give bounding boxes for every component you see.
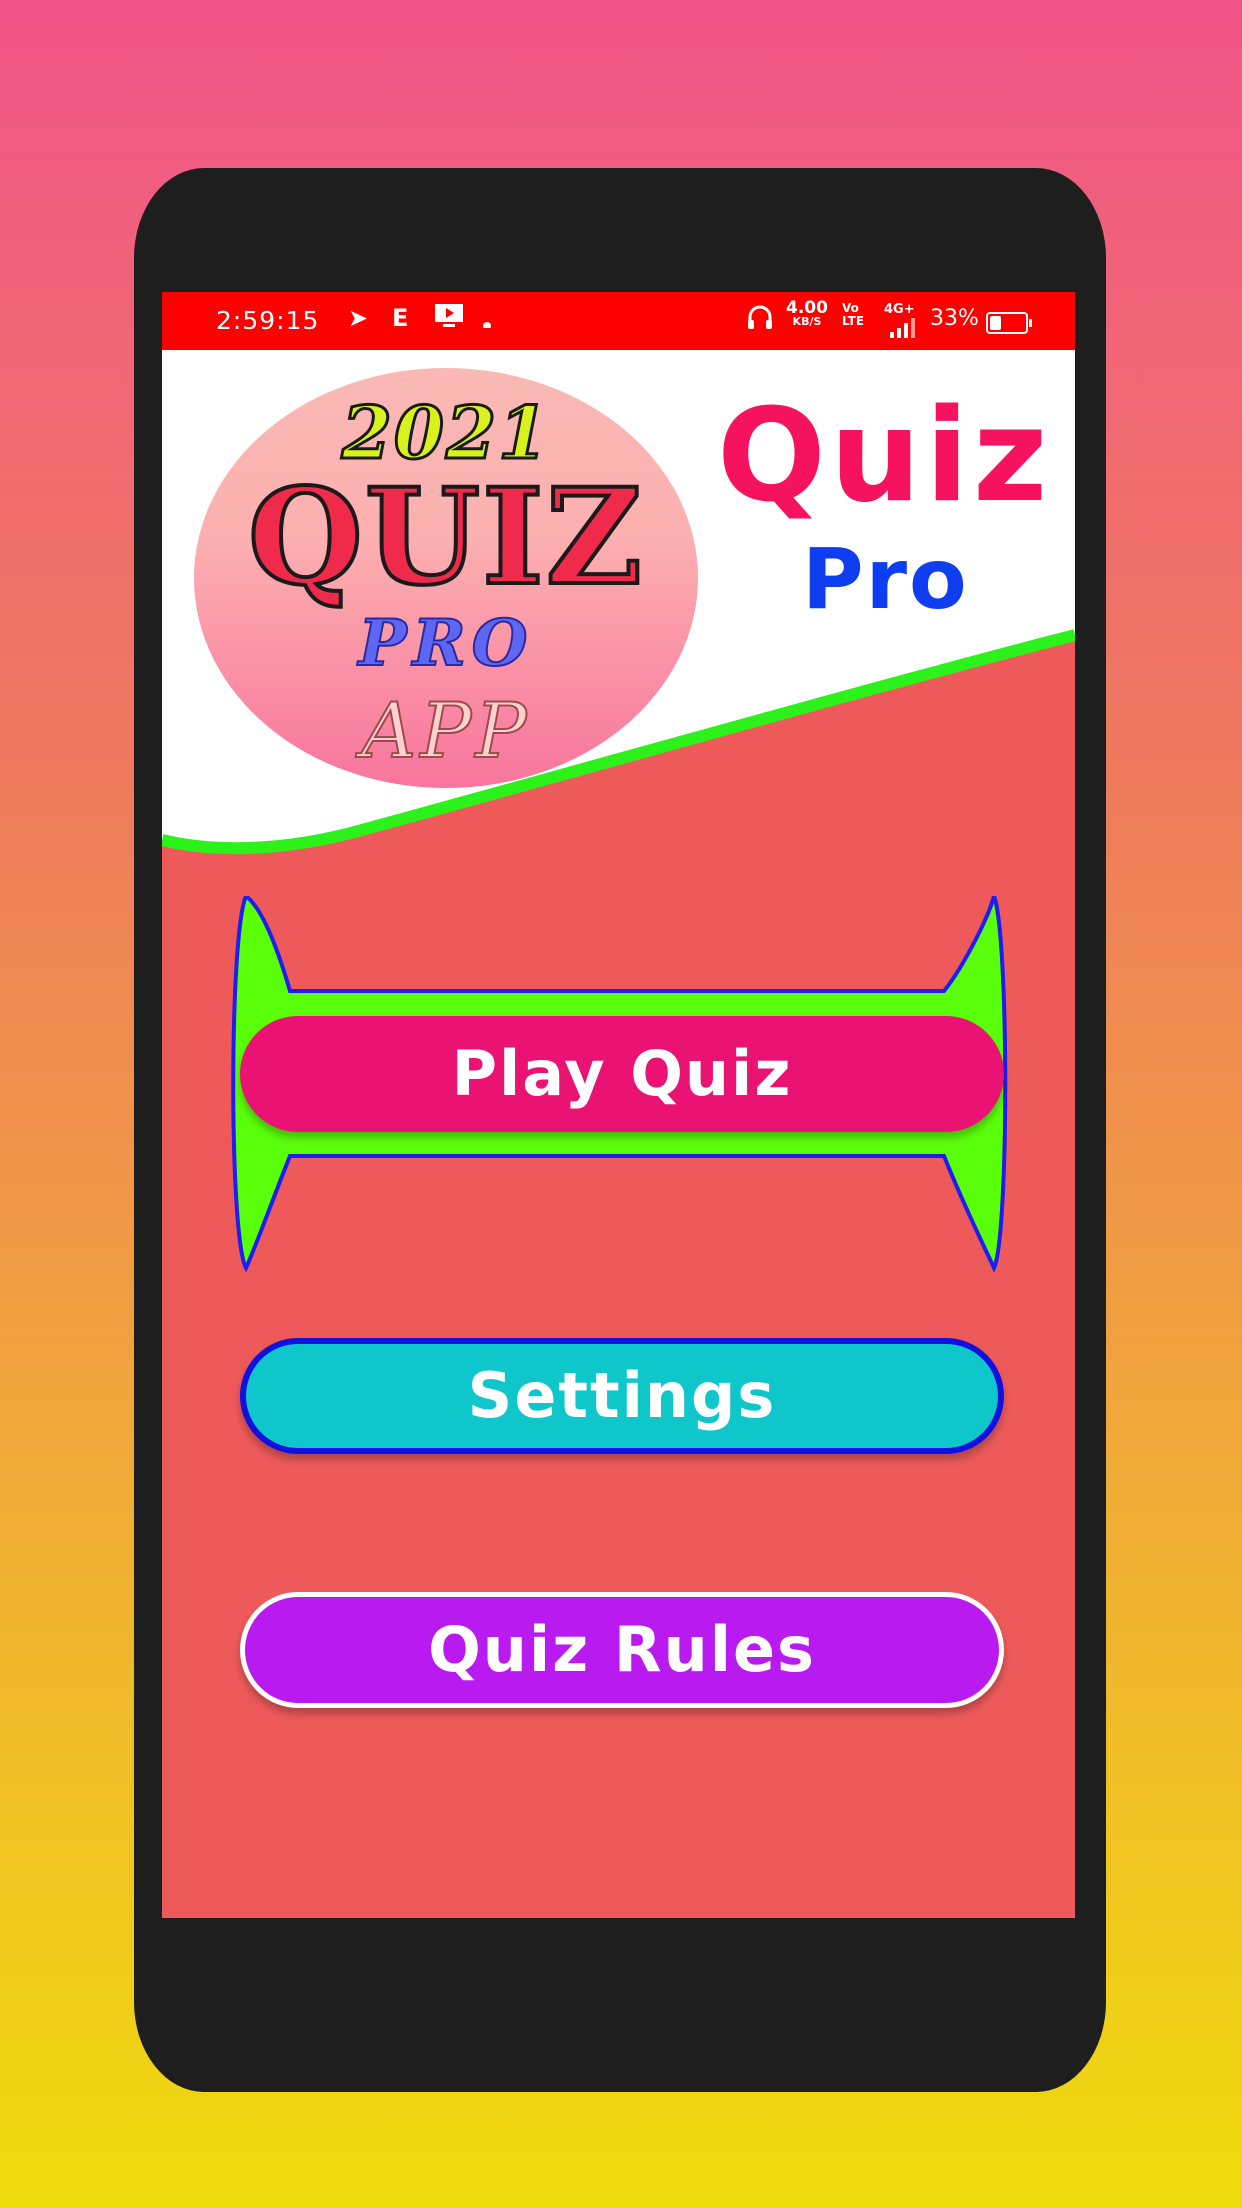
quiz-rules-button[interactable]: Quiz Rules bbox=[240, 1592, 1004, 1708]
app-title: Quiz bbox=[717, 382, 1052, 531]
e-icon: E bbox=[392, 304, 409, 332]
app-logo: 2021 QUIZ PRO APP bbox=[194, 368, 698, 788]
app-screen: 2:59:15 ➤ E 4.00 KB/S Vo LTE 4G+ 33% 202… bbox=[162, 292, 1075, 1918]
telegram-icon: ➤ bbox=[348, 304, 369, 332]
dot-icon bbox=[482, 306, 492, 334]
play-quiz-button[interactable]: Play Quiz bbox=[240, 1016, 1004, 1132]
logo-app: APP bbox=[360, 685, 531, 776]
network-type: 4G+ bbox=[884, 302, 915, 317]
battery-fill bbox=[990, 316, 1001, 330]
battery-percent: 33% bbox=[930, 306, 979, 331]
volte-bottom: LTE bbox=[842, 314, 865, 328]
signal-icon bbox=[890, 316, 918, 344]
net-speed: 4.00 KB/S bbox=[786, 300, 828, 329]
volte-indicator: Vo LTE bbox=[842, 302, 864, 328]
headphones-icon bbox=[746, 304, 774, 338]
battery-icon bbox=[986, 312, 1032, 334]
status-time: 2:59:15 bbox=[216, 306, 320, 335]
logo-quiz: QUIZ bbox=[246, 458, 645, 617]
app-subtitle: Pro bbox=[802, 530, 969, 628]
screen-cast-icon bbox=[434, 302, 464, 336]
settings-button[interactable]: Settings bbox=[240, 1338, 1004, 1454]
logo-pro: PRO bbox=[357, 605, 534, 682]
status-bar: 2:59:15 ➤ E 4.00 KB/S Vo LTE 4G+ 33% bbox=[162, 292, 1075, 350]
